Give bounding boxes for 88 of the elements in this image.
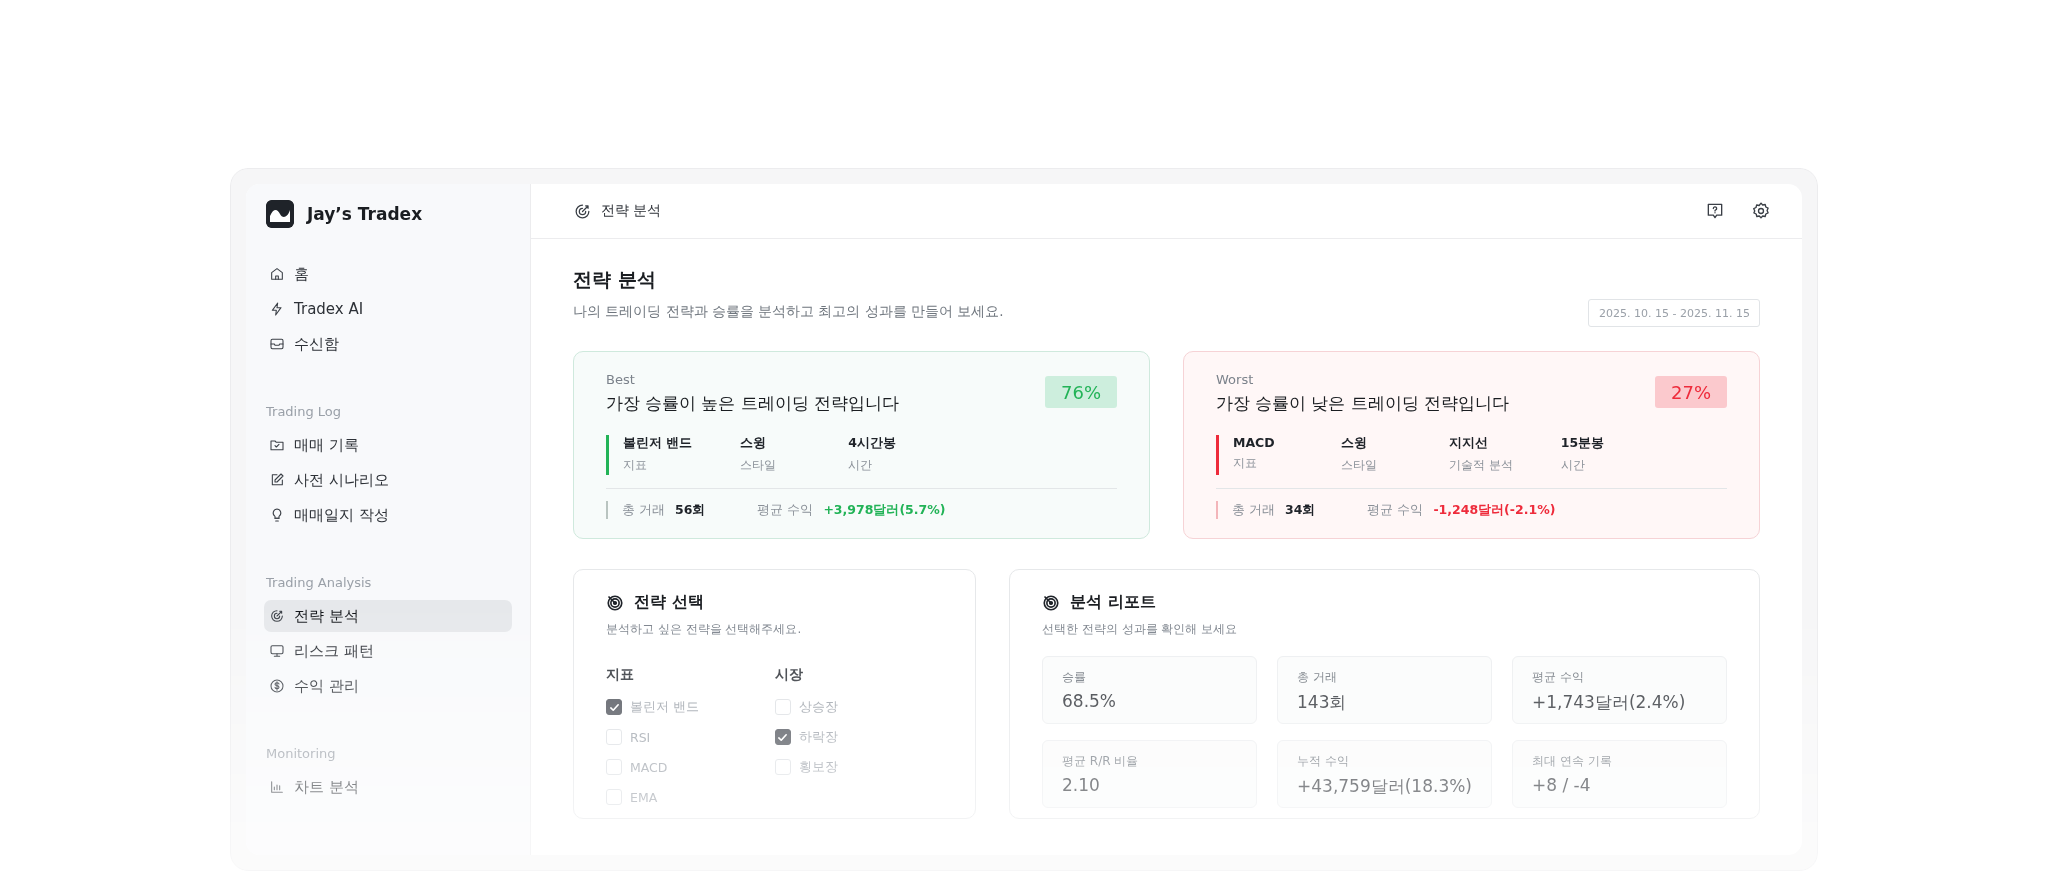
inbox-icon xyxy=(269,336,285,352)
attribute-label: 스타일 xyxy=(1341,457,1378,474)
stat-label: 총 거래 xyxy=(1232,501,1275,519)
metric-value: +8 / -4 xyxy=(1532,775,1592,795)
metric-value: +1,743달러(2.4%) xyxy=(1532,691,1687,714)
checkbox[interactable] xyxy=(774,729,791,745)
sidebar-item[interactable]: 수익 관리 xyxy=(264,670,512,702)
metric-value: 143회 xyxy=(1297,691,1348,714)
attribute-value: 15분봉 xyxy=(1560,435,1606,452)
folder-check-icon xyxy=(269,437,285,453)
card-title: 가장 승률이 높은 트레이딩 전략입니다 xyxy=(606,393,899,415)
attribute-label: 기술적 분석 xyxy=(1449,457,1513,474)
metric-label: 평균 R/R 비율 xyxy=(1062,753,1140,770)
attribute-value: 지지선 xyxy=(1449,435,1489,452)
attribute-label: 시간 xyxy=(1560,457,1586,474)
home-icon xyxy=(269,266,285,282)
checkbox-label: MACD xyxy=(630,759,668,775)
checkbox-label: 횡보장 xyxy=(798,758,838,776)
metric-value: +43,759달러(18.3%) xyxy=(1297,775,1472,798)
stat-value: -1,248달러(-2.1%) xyxy=(1433,501,1556,519)
sidebar-item[interactable]: 매매일지 작성 xyxy=(264,499,512,531)
attribute-label: 지표 xyxy=(1233,455,1258,472)
metric-label: 평균 수익 xyxy=(1532,669,1585,686)
sidebar-item[interactable]: 매매 기록 xyxy=(264,429,512,461)
sidebar-item[interactable]: 전략 분석 xyxy=(264,600,512,632)
attribute-label: 스타일 xyxy=(740,457,778,474)
metric-label: 최대 연속 기록 xyxy=(1532,753,1613,770)
help-icon xyxy=(1705,201,1725,221)
card-tag: Best xyxy=(606,372,899,387)
attribute-value: 스윙 xyxy=(740,435,768,452)
sidebar-item[interactable]: 리스크 패턴 xyxy=(264,635,512,667)
metric-value: 2.10 xyxy=(1062,775,1101,795)
checkbox[interactable] xyxy=(606,699,622,715)
panel-subtitle: 분석하고 싶은 전략을 선택해주세요. xyxy=(606,621,803,638)
metric-label: 총 거래 xyxy=(1297,669,1338,686)
attribute-value: 4시간봉 xyxy=(848,435,898,452)
page-title: 전략 분석 xyxy=(573,267,657,292)
section-heading: Trading Analysis xyxy=(265,575,373,590)
sidebar-item[interactable]: 차트 분석 xyxy=(264,771,512,803)
group-heading: 지표 xyxy=(606,666,635,684)
metric-label: 승률 xyxy=(1062,669,1087,686)
stat-label: 평균 수익 xyxy=(757,501,814,519)
checkbox-label: EMA xyxy=(630,789,658,805)
edit-icon xyxy=(269,472,285,488)
radar-icon xyxy=(606,593,624,612)
win-rate-badge: 76% xyxy=(1045,376,1117,408)
checkmark-icon xyxy=(777,731,788,743)
card-tag: Worst xyxy=(1216,372,1509,387)
checkbox-label: 하락장 xyxy=(798,728,838,746)
panel-title: 전략 선택 xyxy=(634,592,704,613)
sidebar-item[interactable]: Tradex AI xyxy=(264,293,512,325)
page-breadcrumb: 전략 분석 xyxy=(601,202,662,220)
attribute-value: 볼린저 밴드 xyxy=(623,435,693,452)
page-subtitle: 나의 트레이딩 전략과 승률을 분석하고 최고의 성과를 만들어 보세요. xyxy=(573,303,1004,321)
brand-name: Jay’s Tradex xyxy=(307,204,423,224)
card-title: 가장 승률이 낮은 트레이딩 전략입니다 xyxy=(1216,393,1509,415)
target-icon xyxy=(269,608,285,624)
checkmark-icon xyxy=(608,701,620,713)
stat-label: 총 거래 xyxy=(622,501,665,519)
dollar-icon xyxy=(269,678,285,694)
section-heading: Monitoring xyxy=(265,746,337,761)
attribute-label: 지표 xyxy=(623,457,648,474)
group-heading: 시장 xyxy=(774,666,804,684)
logo-icon xyxy=(266,200,294,228)
bar-chart-icon xyxy=(269,779,285,795)
radar-icon xyxy=(1042,593,1060,612)
panel-title: 분석 리포트 xyxy=(1070,592,1156,613)
settings-icon xyxy=(1751,201,1771,221)
checkbox-label: RSI xyxy=(630,729,651,745)
attribute-label: 시간 xyxy=(848,457,874,474)
attribute-value: MACD xyxy=(1233,435,1276,450)
lightning-icon xyxy=(269,301,285,317)
win-rate-badge: 27% xyxy=(1655,376,1727,408)
stat-value: 56회 xyxy=(675,501,706,519)
stat-label: 평균 수익 xyxy=(1367,501,1424,519)
sidebar-item[interactable]: 수신함 xyxy=(264,328,512,360)
section-heading: Trading Log xyxy=(265,404,343,419)
checkbox-label: 볼린저 밴드 xyxy=(630,698,699,716)
sidebar-item[interactable]: 사전 시나리오 xyxy=(264,464,512,496)
stat-value: +3,978달러(5.7%) xyxy=(823,501,946,519)
panel-subtitle: 선택한 전략의 성과를 확인해 보세요 xyxy=(1042,621,1239,638)
checkbox-label: 상승장 xyxy=(798,698,838,716)
stat-value: 34회 xyxy=(1285,501,1316,519)
monitor-icon xyxy=(269,643,285,659)
sidebar-item[interactable]: 홈 xyxy=(264,258,512,290)
metric-label: 누적 수익 xyxy=(1297,753,1350,770)
metric-value: 68.5% xyxy=(1062,691,1117,711)
attribute-value: 스윙 xyxy=(1341,435,1368,452)
